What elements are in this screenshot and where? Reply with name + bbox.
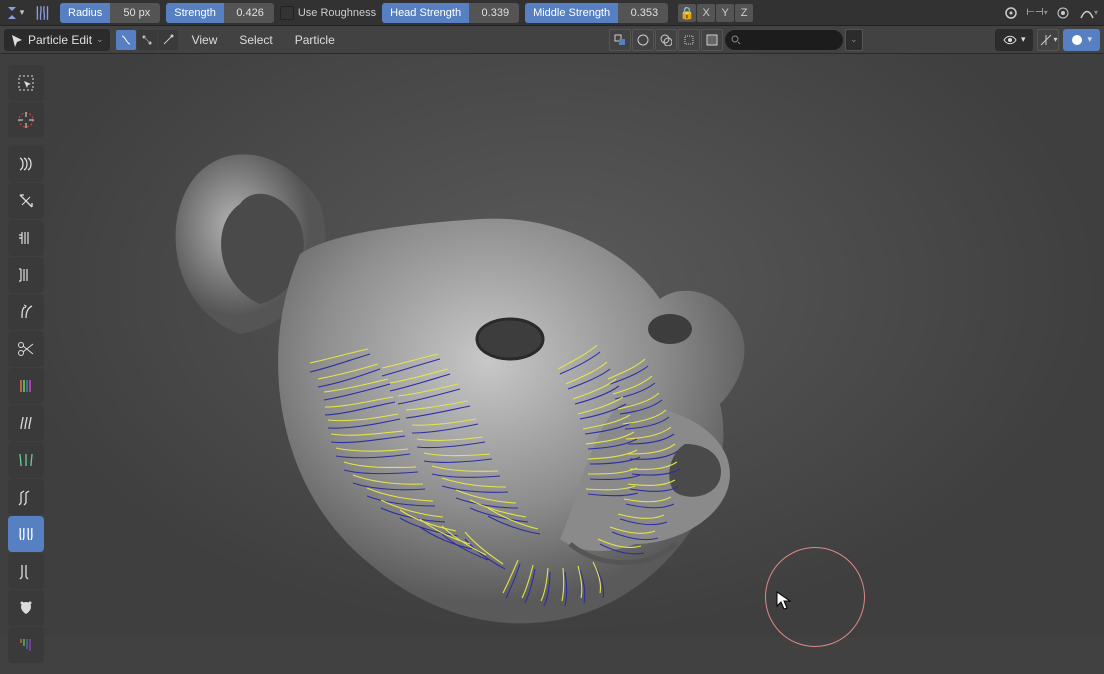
select-mode-point-button[interactable] [137,30,157,50]
mouse-cursor-icon [776,591,792,611]
slide-tool[interactable] [8,553,44,589]
selectability-icon[interactable] [609,29,631,51]
grow-tool[interactable] [8,405,44,441]
shading-icon[interactable] [701,29,723,51]
puff-tool[interactable] [8,294,44,330]
increment-icon[interactable]: ⊢⊣▾ [1026,3,1048,23]
strength-label[interactable]: Strength [166,3,224,23]
mode-dropdown[interactable]: Particle Edit ⌄ [4,29,110,51]
search-input[interactable] [724,29,844,51]
smooth-tool[interactable] [8,183,44,219]
model-render [140,124,790,674]
particle-menu[interactable]: Particle [287,30,343,50]
add-tool[interactable] [8,220,44,256]
visibility-dropdown[interactable]: ▾ [995,29,1034,51]
editor-type-icon[interactable]: ▾ [4,3,26,23]
axis-y-button[interactable]: Y [716,4,734,22]
select-mode-tip-button[interactable] [158,30,178,50]
brush-radius-indicator [765,547,865,647]
use-roughness-checkbox[interactable]: Use Roughness [280,6,376,20]
tool-settings-header: ▾ Radius 50 px Strength 0.426 Use Roughn… [0,0,1104,26]
select-menu[interactable]: Select [231,30,280,50]
cursor-tool[interactable] [8,102,44,138]
strength-slider[interactable]: Strength 0.426 [166,3,274,23]
comb-tool[interactable] [8,146,44,182]
shading-dropdown[interactable]: ▾ [1063,29,1100,51]
lock-icon[interactable]: 🔒 [678,4,696,22]
view-menu[interactable]: View [184,30,226,50]
radius-label[interactable]: Radius [60,3,110,23]
checkbox-icon[interactable] [280,6,294,20]
select-mode-path-button[interactable] [116,30,136,50]
snap-icon[interactable] [1000,3,1022,23]
mode-label: Particle Edit [28,33,92,47]
gizmo-toggle-icon[interactable]: ▾ [1037,29,1059,51]
random-tool[interactable] [8,516,44,552]
viewport-right-group: ▾ ▾ ▾ [995,29,1100,51]
head-strength-value[interactable]: 0.339 [469,7,519,19]
overlay-shading-group: ⌄ [609,29,863,51]
middle-strength-label[interactable]: Middle Strength [525,3,618,23]
tool-shelf [8,65,44,663]
particle-edit-icon[interactable] [32,3,54,23]
select-box-tool[interactable] [8,65,44,101]
overlays-icon[interactable] [655,29,677,51]
viewport-header: Particle Edit ⌄ View Select Particle ⌄ ▾… [0,26,1104,54]
cut-tool[interactable] [8,331,44,367]
length-tool[interactable] [8,257,44,293]
header-right-group: ⊢⊣▾ ▾ [1000,3,1100,23]
head-strength-slider[interactable]: Head Strength 0.339 [382,3,519,23]
xray-icon[interactable] [678,29,700,51]
shrink-tool[interactable] [8,442,44,478]
axis-z-button[interactable]: Z [735,4,753,22]
weight-tool[interactable] [8,368,44,404]
strength-value[interactable]: 0.426 [224,7,274,19]
falloff-icon[interactable]: ▾ [1078,3,1100,23]
radius-slider[interactable]: Radius 50 px [60,3,160,23]
curl-tool[interactable] [8,479,44,515]
use-roughness-label: Use Roughness [298,7,376,19]
viewport-3d[interactable] [0,54,1104,637]
gizmo-icon[interactable] [632,29,654,51]
search-dropdown-icon[interactable]: ⌄ [845,29,863,51]
middle-strength-slider[interactable]: Middle Strength 0.353 [525,3,668,23]
axis-lock-group: 🔒 X Y Z [678,4,753,22]
middle-strength-value[interactable]: 0.353 [618,7,668,19]
head-strength-label[interactable]: Head Strength [382,3,469,23]
density-tool[interactable] [8,590,44,626]
proportional-edit-icon[interactable] [1052,3,1074,23]
draw-tool[interactable] [8,627,44,663]
radius-value[interactable]: 50 px [110,7,160,19]
axis-x-button[interactable]: X [697,4,715,22]
select-mode-group [116,30,178,50]
